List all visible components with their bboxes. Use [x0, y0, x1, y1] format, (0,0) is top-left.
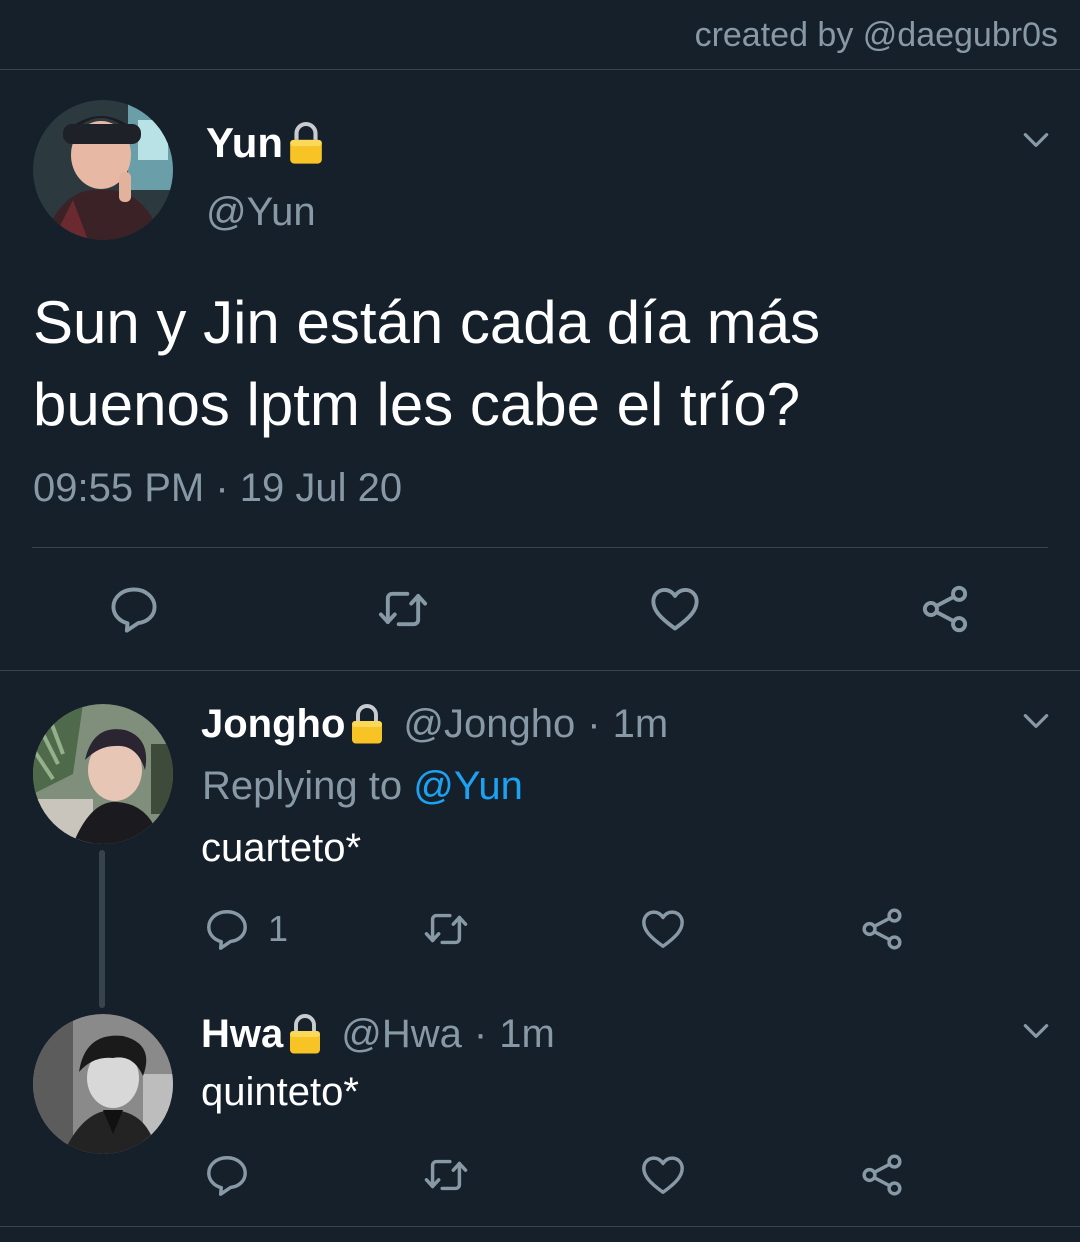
avatar-photo-hwa: [33, 1014, 173, 1154]
share-icon: [858, 1152, 906, 1198]
reply-author-name[interactable]: Hwa: [201, 1012, 283, 1057]
like-icon: [639, 1152, 687, 1198]
share-icon: [918, 583, 972, 635]
reply-icon: [204, 906, 250, 952]
reply-icon: [204, 1152, 250, 1198]
retweet-icon: [373, 583, 433, 635]
chevron-down-icon[interactable]: [1020, 705, 1052, 737]
reply-count: 1: [268, 908, 289, 949]
author-name-text: Yun: [206, 119, 284, 166]
reply-button[interactable]: 1: [204, 906, 288, 952]
top-divider: [0, 69, 1080, 70]
avatar[interactable]: [33, 1014, 173, 1154]
like-icon: [639, 906, 687, 952]
author-handle[interactable]: @Yun: [206, 190, 316, 235]
share-icon: [858, 906, 906, 952]
reply-author-name[interactable]: Jongho: [201, 702, 345, 747]
retweet-button[interactable]: [420, 906, 472, 952]
tweet-date: 19 Jul 20: [239, 466, 403, 510]
bottom-divider: [0, 1226, 1080, 1227]
timestamp-separator: ·: [215, 466, 229, 510]
share-button[interactable]: [858, 906, 906, 952]
avatar[interactable]: [33, 100, 173, 240]
share-button[interactable]: [918, 583, 972, 635]
retweet-button[interactable]: [420, 1152, 472, 1198]
avatar-photo-jongho: [33, 704, 173, 844]
tweet-text: Sun y Jin están cada día más buenos lptm…: [33, 289, 821, 438]
reply-text: quinteto*: [201, 1070, 359, 1114]
reply-author-line: Hwa @Hwa · 1m: [201, 1009, 555, 1059]
lock-icon: [287, 1012, 323, 1056]
watermark-credit: created by @daegubr0s: [694, 16, 1058, 54]
author-name[interactable]: Yun: [206, 118, 325, 168]
meta-separator: ·: [473, 1011, 488, 1056]
replying-to-label: Replying to: [202, 764, 403, 808]
chevron-down-icon[interactable]: [1020, 1015, 1052, 1047]
reply-author-handle[interactable]: @Jongho: [403, 702, 575, 747]
tweet-time: 09:55 PM: [33, 466, 205, 510]
tweet-divider: [0, 670, 1080, 671]
action-divider: [32, 547, 1048, 548]
lock-icon: [349, 702, 385, 746]
chevron-down-icon[interactable]: [1020, 124, 1052, 156]
reply-author-handle[interactable]: @Hwa: [341, 1012, 462, 1057]
reply-age: 1m: [499, 1011, 555, 1056]
thread-line: [99, 850, 105, 1008]
lock-icon: [287, 120, 325, 166]
share-button[interactable]: [858, 1152, 906, 1198]
avatar[interactable]: [33, 704, 173, 844]
like-button[interactable]: [639, 1152, 687, 1198]
reply-text: cuarteto*: [201, 826, 362, 870]
reply-author-line: Jongho @Jongho · 1m: [201, 699, 668, 749]
tweet-timestamp: 09:55 PM · 19 Jul 20: [33, 466, 402, 511]
meta-separator: ·: [587, 701, 601, 746]
retweet-icon: [420, 906, 472, 952]
replying-to-link[interactable]: @Yun: [413, 764, 523, 808]
reply-button[interactable]: [108, 583, 160, 635]
replying-to: Replying to @Yun: [202, 764, 523, 809]
like-icon: [648, 583, 702, 635]
reply-age: 1m: [612, 701, 669, 746]
avatar-photo-yun: [33, 100, 173, 240]
retweet-button[interactable]: [373, 583, 433, 635]
reply-button[interactable]: [204, 1152, 250, 1198]
like-button[interactable]: [639, 906, 687, 952]
like-button[interactable]: [648, 583, 702, 635]
reply-icon: [108, 583, 160, 635]
retweet-icon: [420, 1152, 472, 1198]
